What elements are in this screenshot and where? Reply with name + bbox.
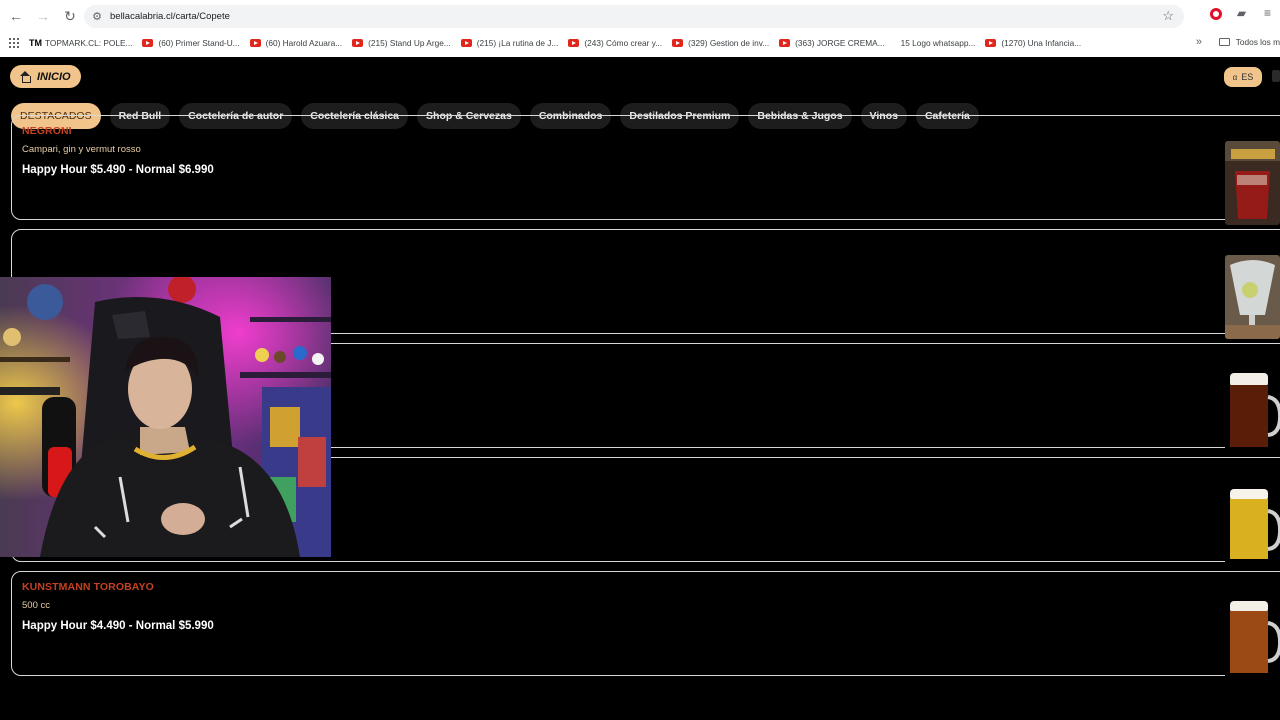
bookmark-label: (60) Primer Stand-U... (158, 38, 240, 48)
menu-item-card[interactable]: NEGRONI Campari, gin y vermut rosso Happy … (11, 115, 1280, 220)
webcam-overlay (0, 277, 331, 557)
url-text[interactable]: bellacalabria.cl/carta/Copete (110, 11, 230, 22)
menu-icon[interactable] (1272, 70, 1280, 82)
bookmark-label: (1270) Una Infancia... (1001, 38, 1082, 48)
bookmark-label: (215) ¡La rutina de J... (476, 38, 559, 48)
bookmark-label: (363) JORGE CREMA... (795, 38, 885, 48)
extensions-puzzle-icon[interactable]: ▰ (1235, 7, 1248, 20)
streamer-image (0, 277, 331, 557)
item-image[interactable] (1225, 485, 1280, 569)
bookmarks-bar: TM TOPMARK.CL: POLE... (60) Primer Stand-U… (0, 32, 1280, 54)
forward-arrow-icon[interactable]: → (31, 4, 55, 28)
bookmark-star-icon[interactable]: ☆ (1162, 8, 1174, 24)
bookmark-item[interactable]: (1270) Una Infancia... (985, 38, 1081, 48)
translate-icon: α (1232, 72, 1238, 82)
youtube-icon (460, 39, 472, 47)
bookmark-label: TOPMARK.CL: POLE... (45, 38, 133, 48)
bookmark-label: (215) Stand Up Arge... (368, 38, 451, 48)
item-description: 500 cc (22, 600, 50, 611)
language-label: ES (1241, 72, 1254, 82)
bookmark-item[interactable]: (215) Stand Up Arge... (352, 38, 451, 48)
extension-icons: ▰ ≡ (1210, 7, 1274, 20)
apps-grid-icon[interactable] (9, 38, 19, 48)
item-image[interactable] (1225, 141, 1280, 225)
bookmark-item[interactable]: TM TOPMARK.CL: POLE... (29, 38, 132, 48)
item-price: Happy Hour $4.490 - Normal $5.990 (22, 620, 214, 632)
site-info-icon[interactable]: ⚙ (90, 10, 104, 24)
menu-page: INICIO α ES DESTACADOS Red Bull Coctelería… (0, 57, 1280, 720)
folder-icon (1218, 38, 1230, 46)
opera-icon[interactable] (1210, 7, 1222, 20)
browser-toolbar: ← → ↻ ⚙ bellacalabria.cl/carta/Copete ☆ … (0, 0, 1280, 32)
item-name: KUNSTMANN TOROBAYO (22, 581, 154, 593)
menu-item-card[interactable]: KUNSTMANN TOROBAYO 500 cc Happy Hour $4.49… (11, 571, 1280, 676)
address-bar[interactable]: ⚙ bellacalabria.cl/carta/Copete ☆ (84, 5, 1184, 28)
reload-icon[interactable]: ↻ (58, 4, 82, 28)
bookmark-item[interactable]: (60) Harold Azuara... (249, 38, 343, 48)
bookmarks-overflow-icon[interactable]: » (1196, 36, 1202, 48)
youtube-icon (985, 39, 997, 47)
home-icon (20, 71, 31, 83)
item-name: NEGRONI (22, 125, 72, 137)
item-description: Campari, gin y vermut rosso (22, 144, 141, 155)
home-label: INICIO (37, 70, 71, 83)
item-price: Happy Hour $5.490 - Normal $6.990 (22, 164, 214, 176)
bookmark-item[interactable]: (329) Gestion de inv... (672, 38, 769, 48)
youtube-icon (249, 39, 261, 47)
youtube-icon (672, 39, 684, 47)
bookmark-label: (329) Gestion de inv... (688, 38, 770, 48)
item-image[interactable] (1225, 255, 1280, 339)
back-arrow-icon[interactable]: ← (4, 4, 28, 28)
bookmark-item[interactable]: (60) Primer Stand-U... (142, 38, 240, 48)
bookmark-item[interactable]: (363) JORGE CREMA... (779, 38, 885, 48)
item-image[interactable] (1225, 597, 1280, 681)
all-bookmarks-label: Todos los m (1235, 37, 1280, 47)
youtube-icon (352, 39, 364, 47)
youtube-icon (779, 39, 791, 47)
bookmark-item[interactable]: (243) Cómo crear y... (568, 38, 662, 48)
youtube-icon (568, 39, 580, 47)
browser-chrome: ← → ↻ ⚙ bellacalabria.cl/carta/Copete ☆ … (0, 0, 1280, 57)
bookmark-item[interactable]: 15 Logo whatsapp... (895, 38, 976, 48)
language-selector[interactable]: α ES (1224, 67, 1262, 87)
bookmark-label: (60) Harold Azuara... (265, 38, 343, 48)
youtube-icon (142, 39, 154, 47)
topmark-icon: TM (29, 38, 42, 48)
reading-list-icon[interactable]: ≡ (1261, 7, 1274, 20)
bookmark-label: (243) Cómo crear y... (584, 38, 663, 48)
home-button[interactable]: INICIO (10, 65, 81, 88)
all-bookmarks-folder[interactable]: Todos los m (1218, 37, 1280, 47)
bookmark-label: 15 Logo whatsapp... (900, 38, 976, 48)
item-image[interactable] (1225, 369, 1280, 453)
bookmark-item[interactable]: (215) ¡La rutina de J... (460, 38, 559, 48)
